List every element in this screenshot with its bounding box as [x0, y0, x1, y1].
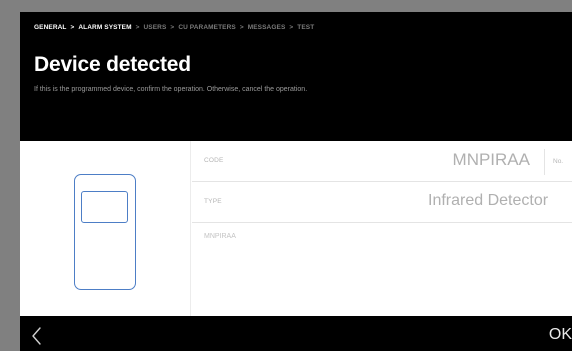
detector-lens-icon: [81, 191, 128, 223]
breadcrumb-separator: >: [170, 23, 175, 31]
breadcrumb: GENERAL > ALARM SYSTEM > USERS > CU PARA…: [34, 20, 314, 34]
page-title: Device detected: [34, 53, 191, 76]
chevron-left-icon: [32, 327, 41, 345]
page-subtitle: If this is the programmed device, confir…: [34, 86, 308, 93]
type-label: TYPE: [204, 198, 222, 205]
breadcrumb-cu-parameters[interactable]: CU PARAMETERS: [178, 24, 236, 31]
breadcrumb-separator: >: [70, 23, 75, 31]
breadcrumb-general[interactable]: GENERAL: [34, 24, 66, 31]
breadcrumb-separator: >: [239, 23, 244, 31]
code-value: MNPIRAA: [452, 150, 530, 169]
device-illustration-panel: [20, 141, 191, 316]
back-button[interactable]: [26, 324, 48, 348]
device-screen: GENERAL > ALARM SYSTEM > USERS > CU PARA…: [20, 12, 572, 351]
breadcrumb-separator: >: [135, 23, 140, 31]
ok-button[interactable]: OK: [549, 326, 572, 344]
number-label: No.: [553, 158, 564, 165]
breadcrumb-alarm-system[interactable]: ALARM SYSTEM: [78, 24, 131, 31]
type-row: TYPE Infrared Detector: [192, 182, 572, 223]
code-row: CODE MNPIRAA No.: [192, 141, 572, 182]
infrared-detector-icon: [74, 174, 136, 290]
breadcrumb-messages[interactable]: MESSAGES: [248, 24, 286, 31]
device-details: CODE MNPIRAA No. TYPE Infrared Detector …: [192, 141, 572, 316]
device-code-caption: MNPIRAA: [204, 233, 236, 240]
code-label: CODE: [204, 157, 224, 164]
breadcrumb-test[interactable]: TEST: [297, 24, 314, 31]
breadcrumb-users[interactable]: USERS: [144, 24, 167, 31]
device-detail-panel: CODE MNPIRAA No. TYPE Infrared Detector …: [20, 141, 572, 316]
number-field: No.: [544, 149, 572, 175]
type-value: Infrared Detector: [428, 192, 549, 209]
breadcrumb-separator: >: [289, 23, 294, 31]
